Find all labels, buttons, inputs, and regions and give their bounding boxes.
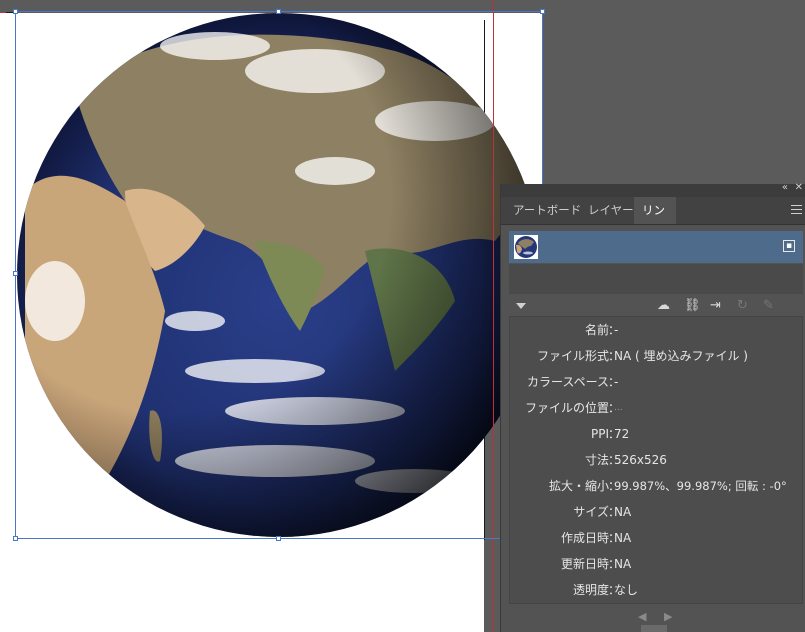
close-icon[interactable]: ✕ <box>795 182 803 193</box>
link-list-empty-area <box>509 264 803 294</box>
go-to-link-icon[interactable]: ⇥ <box>710 298 721 313</box>
info-row-name: 名前 ： - <box>584 323 621 337</box>
link-info-box: 名前 ： - ファイル形式 ： NA ( 埋め込みファイル ) カラースペース … <box>509 316 803 604</box>
previous-link-icon[interactable]: ◀ <box>638 610 646 623</box>
show-info-toggle-icon[interactable] <box>516 303 526 309</box>
info-row-transparency: 透明度 ： なし <box>572 583 639 597</box>
resize-handle-top-center[interactable] <box>276 9 281 14</box>
info-row-location: ファイルの位置 ： ... <box>524 401 623 415</box>
next-link-icon[interactable]: ▶ <box>664 610 672 623</box>
links-toolbar: ☁ ⛓ ⇥ ↻ ✎ <box>501 296 805 316</box>
resize-handle-bottom-left[interactable] <box>13 536 18 541</box>
resize-handle-bottom-center[interactable] <box>276 536 281 541</box>
resize-grip[interactable] <box>641 625 667 632</box>
bounding-box-right <box>542 11 543 184</box>
cloud-link-icon[interactable]: ☁ <box>657 298 670 313</box>
guide-mark <box>0 12 6 13</box>
resize-handle-middle-left[interactable] <box>13 271 18 276</box>
info-row-dimensions: 寸法 ： 526x526 <box>584 453 667 467</box>
link-nav: ◀ ▶ <box>501 610 805 626</box>
links-panel: « ✕ アートボード レイヤー リンク ▪ ☁ ⛓ ⇥ ↻ ✎ 名前 ： - <box>500 182 805 632</box>
panel-menu-icon[interactable] <box>791 205 802 217</box>
panel-tabs: アートボード レイヤー リンク <box>501 197 805 244</box>
tab-artboards[interactable]: アートボード <box>505 197 589 224</box>
resize-handle-top-right[interactable] <box>540 9 545 14</box>
embed-icon: ▪ <box>783 240 795 252</box>
info-row-scale: 拡大・縮小 ： 99.987%、99.987%; 回転 : -0° <box>548 479 787 493</box>
artboard-lower <box>0 540 484 632</box>
tab-layers[interactable]: レイヤー <box>580 197 642 224</box>
panel-titlebar[interactable]: « ✕ <box>501 182 805 197</box>
info-row-size: サイズ ： NA <box>573 505 632 519</box>
earth-image[interactable] <box>15 11 543 539</box>
resize-handle-top-left[interactable] <box>13 9 18 14</box>
info-row-ppi: PPI ： 72 <box>590 427 630 441</box>
tab-links[interactable]: リンク <box>634 197 676 244</box>
link-list-item[interactable]: ▪ <box>509 231 803 263</box>
earth-thumbnail <box>514 235 538 259</box>
info-row-created: 作成日時 ： NA <box>560 531 632 545</box>
update-link-icon[interactable]: ↻ <box>737 298 748 313</box>
info-row-modified: 更新日時 ： NA <box>560 557 632 571</box>
info-row-file-format: ファイル形式 ： NA ( 埋め込みファイル ) <box>536 349 748 363</box>
edit-original-icon[interactable]: ✎ <box>763 298 774 313</box>
relink-icon[interactable]: ⛓ <box>684 298 701 313</box>
collapse-icon[interactable]: « <box>782 182 788 193</box>
info-row-color-space: カラースペース ： - <box>527 375 621 389</box>
